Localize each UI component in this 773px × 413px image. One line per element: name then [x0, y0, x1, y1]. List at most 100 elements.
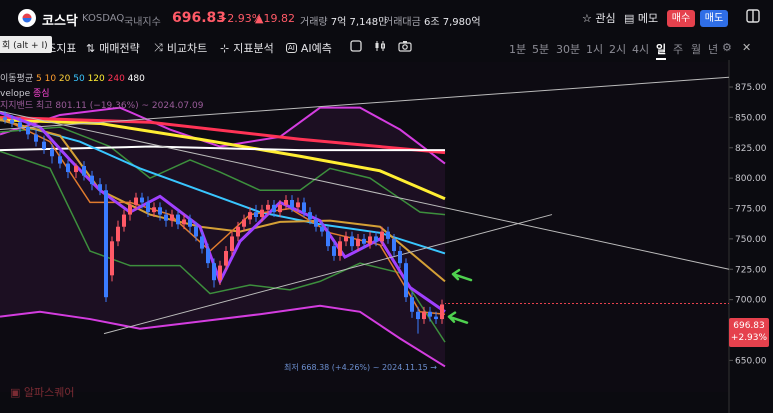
amount-value: 6조 7,980억 — [424, 17, 481, 28]
candle-body-42 — [278, 204, 282, 213]
watermark-icon: ▣ — [10, 386, 21, 399]
candle-body-33 — [224, 251, 228, 266]
ai-predict-button[interactable]: AI AI예측 — [286, 40, 332, 56]
ma-period-10: 10 — [41, 74, 57, 84]
candle-body-27 — [188, 219, 192, 227]
candle-type-icon[interactable] — [374, 40, 386, 52]
period-year[interactable]: 년 — [708, 41, 718, 57]
candle-body-6 — [50, 148, 54, 157]
y-label-775.00: 775.00 — [735, 205, 767, 215]
interest-label: 관심 — [595, 12, 616, 25]
candle-body-54 — [350, 236, 354, 247]
candle-body-13 — [104, 190, 108, 298]
candle-body-32 — [218, 265, 222, 281]
period-2h[interactable]: 2시 — [609, 41, 626, 57]
buy-button[interactable]: 매수 — [667, 10, 695, 27]
y-label-875.00: 875.00 — [735, 83, 767, 93]
price-chart[interactable]: 875.00 850.00 825.00 800.00 775.00 750.00 725.… — [0, 60, 773, 413]
period-5m[interactable]: 5분 — [532, 41, 549, 57]
header-bar: 코스닥 KOSDAQ 국내지수 696.83 +2.93% ▲19.82 거래량… — [0, 0, 773, 36]
chart-toolbar: 보조지표 ⇅ 매매전략 ⤨ 비교차트 ⊹ 지표분석 AI AI예측 1분 5분 … — [0, 36, 773, 60]
candle-body-3 — [26, 127, 30, 135]
korea-flag-icon — [18, 9, 36, 27]
candle-body-46 — [302, 202, 306, 213]
ma-periods: 5 10 20 50 120 240 480 — [36, 74, 145, 84]
candle-body-12 — [98, 184, 102, 191]
candle-body-30 — [206, 248, 210, 264]
candle-body-7 — [58, 156, 62, 164]
candle-body-65 — [416, 311, 420, 320]
market-type: 국내지수 — [124, 17, 161, 28]
compare-button[interactable]: ⤨ 비교차트 — [154, 40, 207, 56]
strategy-label: 매매전략 — [99, 42, 140, 55]
candle-body-22 — [158, 207, 162, 215]
period-1h[interactable]: 1시 — [586, 41, 603, 57]
change-value: ▲19.82 — [255, 12, 295, 25]
candle-body-2 — [18, 122, 22, 128]
star-icon: ☆ — [582, 12, 592, 25]
y-label-650.00: 650.00 — [735, 356, 767, 366]
ma-period-240: 240 — [104, 74, 125, 84]
strategy-button[interactable]: ⇅ 매매전략 — [86, 40, 140, 56]
shortcut-tooltip: 회 (alt + I) — [0, 36, 52, 53]
market-name: 코스닥 — [42, 14, 78, 29]
settings-gear-icon[interactable]: ⚙ — [722, 41, 732, 54]
candle-body-48 — [314, 219, 318, 227]
market-code: KOSDAQ — [82, 13, 125, 24]
camera-icon[interactable] — [398, 40, 412, 52]
period-30m[interactable]: 30분 — [556, 41, 580, 57]
sell-button[interactable]: 매도 — [700, 10, 728, 27]
candle-body-26 — [182, 219, 186, 225]
candle-body-55 — [356, 238, 360, 247]
candle-body-17 — [128, 204, 132, 215]
candle-body-62 — [398, 251, 402, 264]
candle-body-59 — [380, 231, 384, 242]
candle-body-41 — [272, 204, 276, 213]
close-icon[interactable]: ✕ — [742, 41, 751, 54]
candle-body-58 — [374, 236, 378, 242]
analysis-label: 지표분석 — [233, 42, 274, 55]
candle-body-29 — [200, 236, 204, 249]
candle-body-57 — [368, 236, 372, 244]
compare-icon: ⤨ — [154, 41, 163, 54]
period-week[interactable]: 주 — [673, 41, 683, 57]
period-day[interactable]: 일 — [656, 41, 667, 60]
volume-value: 7억 7,148만 — [330, 17, 388, 28]
period-1m[interactable]: 1분 — [509, 41, 526, 57]
candle-body-52 — [338, 241, 342, 256]
candle-body-45 — [296, 202, 300, 208]
band-legend: 지지밴드 최고 801.11 (−19.36%) ~ 2024.07.09 — [0, 98, 203, 111]
candle-body-47 — [308, 212, 312, 220]
high-note: 최고 801.11 (−19.36%) ~ 2024.07.09 — [36, 101, 204, 111]
candle-body-10 — [82, 165, 86, 176]
candle-body-51 — [332, 246, 336, 256]
candle-body-49 — [320, 226, 324, 232]
period-month[interactable]: 월 — [691, 41, 701, 57]
candle-body-16 — [122, 214, 126, 227]
layout-icon[interactable] — [746, 9, 760, 26]
low-note: 최저 668.38 (+4.26%) ~ 2024.11.15 → — [284, 363, 437, 372]
candle-body-53 — [344, 236, 348, 242]
period-4h[interactable]: 4시 — [632, 41, 649, 57]
candle-body-34 — [230, 236, 234, 252]
candle-body-66 — [422, 311, 426, 320]
candle-body-68 — [434, 316, 438, 320]
candle-body-18 — [134, 197, 138, 205]
candle-body-0 — [3, 117, 7, 120]
volume-label: 거래량 — [300, 17, 328, 28]
band-label: 지지밴드 — [0, 101, 34, 111]
ma-legend: 이동평균 5 10 20 50 120 240 480 — [0, 71, 145, 84]
candle-body-9 — [74, 165, 78, 173]
candle-body-23 — [164, 214, 168, 221]
current-price-tag-pct: +2.93% — [730, 333, 768, 343]
candle-body-1 — [10, 119, 14, 124]
candle-body-5 — [42, 141, 46, 149]
candle-body-64 — [410, 297, 414, 312]
candle-body-21 — [152, 207, 156, 213]
interest-button[interactable]: ☆ 관심 — [582, 10, 616, 26]
analysis-button[interactable]: ⊹ 지표분석 — [220, 40, 274, 56]
memo-button[interactable]: ▤ 메모 — [624, 10, 658, 26]
square-tool-icon[interactable] — [350, 40, 362, 52]
candle-body-39 — [260, 209, 264, 218]
candle-body-38 — [254, 212, 258, 218]
